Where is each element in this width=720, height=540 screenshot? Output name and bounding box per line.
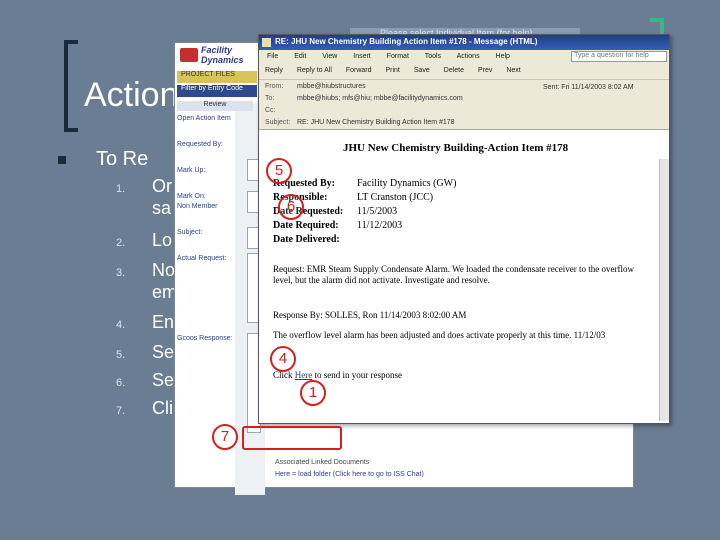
email-body: JHU New Chemistry Building-Action Item #…	[259, 130, 669, 402]
callout-5: 5	[266, 158, 292, 184]
logo-icon	[180, 48, 198, 62]
step-number: 7.	[116, 405, 126, 417]
form-label: Open Action Item	[177, 115, 231, 122]
main-bullet-text: To Re	[96, 148, 149, 170]
field-row: Date Required: 11/12/2003	[273, 220, 403, 231]
subject-row: Subject: RE: JHU New Chemistry Building A…	[265, 119, 455, 126]
form-label: Non Member	[177, 203, 218, 210]
email-title-bar: RE: JHU New Chemistry Building Action It…	[259, 35, 669, 50]
forward-button[interactable]: Forward	[346, 67, 372, 74]
step-item: sa	[116, 198, 171, 219]
linked-docs-label: Associated Linked Documents	[275, 459, 370, 466]
email-menu-bar: File Edit View Insert Format Tools Actio…	[259, 50, 669, 64]
response-by: Response By: SOLLES, Ron 11/14/2003 8:02…	[273, 310, 467, 320]
step-number: 1.	[116, 183, 126, 195]
callout-6: 6	[278, 194, 304, 220]
step-item: 4. En	[116, 312, 174, 333]
reply-button[interactable]: Reply	[265, 67, 283, 74]
menu-file[interactable]: File	[267, 53, 278, 60]
subject-value: RE: JHU New Chemistry Building Action It…	[297, 119, 455, 126]
help-search-input[interactable]: Type a question for help	[571, 51, 667, 62]
menu-tools[interactable]: Tools	[425, 53, 441, 60]
step-item: 7. Cli	[116, 398, 173, 419]
step-text: No	[152, 260, 176, 280]
click-here-line: Click Here to send in your response	[273, 370, 402, 380]
form-label: Gcoos Response:	[177, 335, 233, 342]
email-heading: JHU New Chemistry Building-Action Item #…	[343, 142, 569, 154]
request-text: Request: EMR Steam Supply Condensate Ala…	[273, 264, 635, 285]
envelope-icon	[262, 38, 271, 47]
field-row: Date Delivered:	[273, 234, 340, 245]
main-bullet: To Re	[58, 148, 148, 171]
click-here-highlight	[242, 426, 342, 450]
step-item: 3. No	[116, 260, 175, 281]
step-item: em	[116, 282, 177, 303]
step-number: 4.	[116, 319, 126, 331]
bullet-square-icon	[58, 155, 66, 164]
field-row: Requested By: Facility Dynamics (GW)	[273, 178, 457, 189]
step-item: 5. Se	[116, 342, 174, 363]
step-text: sa	[152, 198, 172, 218]
print-button[interactable]: Print	[385, 67, 399, 74]
step-number: 6.	[116, 377, 126, 389]
reply-all-button[interactable]: Reply to All	[297, 67, 332, 74]
email-scrollbar[interactable]	[659, 159, 669, 421]
step-text: Lo	[152, 230, 173, 250]
save-button[interactable]: Save	[414, 67, 430, 74]
linked-docs-link[interactable]: Here = load folder (Click here to go to …	[275, 471, 424, 478]
menu-format[interactable]: Format	[387, 53, 409, 60]
menu-actions[interactable]: Actions	[457, 53, 480, 60]
callout-1: 1	[300, 380, 326, 406]
to-value: mbbe@hiubs; mfs@hiu; mbbe@facilitydynami…	[297, 95, 463, 102]
form-label: Mark Up:	[177, 167, 206, 174]
step-item: 6. Se	[116, 370, 174, 391]
email-toolbar: Reply Reply to All Forward Print Save De…	[259, 64, 669, 80]
step-text: Se	[152, 370, 175, 390]
next-button[interactable]: Next	[506, 67, 520, 74]
menu-edit[interactable]: Edit	[294, 53, 306, 60]
email-headers: From: mbbe@hiubstructures To: mbbe@hiubs; …	[259, 80, 669, 130]
left-bracket-decoration	[64, 40, 78, 132]
email-window-title: RE: JHU New Chemistry Building Action It…	[275, 37, 538, 46]
cc-row: Cc:	[265, 107, 276, 114]
menu-help[interactable]: Help	[496, 53, 510, 60]
project-files-nav[interactable]: PROJECT FILES	[177, 71, 257, 83]
step-text: Cli	[152, 398, 173, 418]
step-item: 1. Or	[116, 176, 172, 197]
response-text: The overflow level alarm has been adjust…	[273, 330, 606, 340]
form-label: Actual Request:	[177, 255, 227, 262]
step-item: 2. Lo	[116, 230, 172, 251]
form-label: Requested By:	[177, 141, 223, 148]
step-text: En	[152, 312, 175, 332]
form-label: Mark On:	[177, 193, 206, 200]
sent-date: Sent: Fri 11/14/2003 8:02 AM	[543, 84, 634, 91]
step-text: Or	[152, 176, 172, 196]
from-row: From: mbbe@hiubstructures	[265, 83, 366, 90]
filter-by-entry-code[interactable]: Filter by Entry Code	[177, 85, 257, 97]
step-number: 5.	[116, 349, 126, 361]
delete-button[interactable]: Delete	[444, 67, 464, 74]
prev-button[interactable]: Prev	[478, 67, 492, 74]
review-header: Review	[177, 101, 253, 111]
step-text: Se	[152, 342, 175, 362]
step-number: 3.	[116, 267, 126, 279]
to-row: To: mbbe@hiubs; mfs@hiu; mbbe@facilitydyn…	[265, 95, 463, 102]
callout-7: 7	[212, 424, 238, 450]
callout-4: 4	[270, 346, 296, 372]
click-here-link[interactable]: Here	[295, 370, 313, 380]
from-value: mbbe@hiubstructures	[297, 83, 366, 90]
step-number: 2.	[116, 237, 126, 249]
email-message-window: RE: JHU New Chemistry Building Action It…	[258, 34, 670, 424]
menu-insert[interactable]: Insert	[353, 53, 371, 60]
menu-view[interactable]: View	[322, 53, 337, 60]
facility-logo: Facility Dynamics	[177, 45, 257, 67]
form-label: Subject:	[177, 229, 203, 236]
slide-title: Action	[84, 76, 179, 114]
